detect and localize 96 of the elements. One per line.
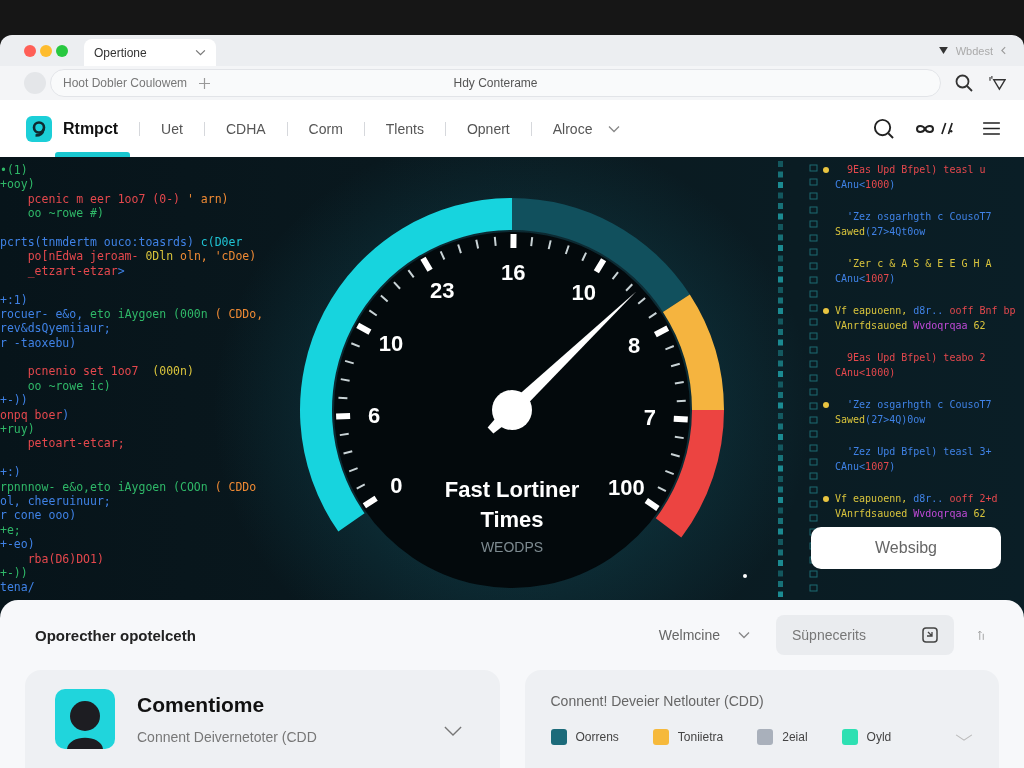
code-line: oo ~rowe #): [26, 206, 105, 221]
code-line: Vf eapuoenn, d8r.. ooff Bnf bp: [835, 304, 1016, 318]
code-line: oo ~rowe ic): [26, 378, 112, 394]
avatar-icon: [55, 689, 115, 749]
gauge-label: 10: [378, 331, 404, 357]
section-title: Oporecther opotelceth: [35, 626, 196, 644]
code-line: VAnrfdsauoed Wvdoqrqaa 62: [835, 506, 986, 521]
card-subtitle: Connent Deivernetoter (CDD: [137, 729, 317, 745]
code-line: +ooy): [0, 177, 36, 192]
logo-icon[interactable]: [26, 115, 52, 142]
code-line: 'Zez osgarhgth c CousoT7: [846, 398, 992, 412]
code-line: CAnu<1000): [835, 177, 896, 192]
code-line: r cone ooo): [0, 508, 78, 523]
menu-icon[interactable]: [983, 122, 1000, 135]
code-line: pcnenio set 1oo7 (000n): [26, 364, 195, 379]
nav-link[interactable]: Uet: [161, 120, 183, 137]
legend-label: 2eial: [782, 730, 808, 744]
code-line: 9Eas Upd Bfpel) teasl u: [846, 163, 986, 177]
breakpoint-icon[interactable]: [823, 402, 829, 409]
card-title: Connent! Deveier Netlouter (CDD): [550, 693, 765, 709]
chevron-down-icon[interactable]: [443, 725, 462, 737]
cta-button[interactable]: Websibg: [811, 527, 1001, 569]
code-line: rba(D6)DO1): [26, 551, 105, 566]
dot-icon: [743, 574, 747, 578]
gauge-label: 23: [430, 278, 455, 304]
search-field[interactable]: Süpnecerits: [776, 615, 954, 655]
nav-link[interactable]: CDHA: [225, 120, 266, 137]
code-line: 'Zez osgarhgth c CousoT7: [846, 210, 992, 224]
breakpoint-icon[interactable]: [823, 167, 829, 174]
slashes-icon[interactable]: [940, 122, 955, 135]
code-line: onpq boer): [0, 407, 71, 423]
code-line: CAnu<1000): [835, 365, 896, 380]
code-line: r -taoxebu): [0, 335, 78, 351]
code-line: rpnnnow- e&o,eto iAygoen (COOn ( CDDo: [0, 479, 258, 494]
code-line: +-)): [0, 393, 29, 408]
code-line: _etzart-etzar>: [26, 263, 126, 279]
code-line: CAnu<1007): [835, 271, 896, 286]
infinity-icon[interactable]: [915, 123, 935, 134]
code-line: +e;: [0, 522, 22, 538]
code-line: Sawed(27>4Qt0ow: [835, 224, 926, 239]
brand-name[interactable]: Rtmpct: [63, 119, 119, 138]
chevron-down-icon: [608, 124, 621, 133]
code-line: +-)): [0, 565, 29, 581]
address-text: Hoot Dobler Coulowem: [63, 76, 188, 90]
code-line: po[nEdwa jeroam- 0Dln oln, 'cDoe): [26, 249, 258, 264]
gauge-label: 8: [628, 333, 641, 359]
breakpoint-icon[interactable]: [823, 308, 829, 315]
code-line: petoart-etcar;: [26, 436, 126, 451]
gauge-label: 10: [571, 279, 597, 305]
page-title: Hdy Conterame: [453, 76, 538, 90]
card-title: Comentiome: [137, 693, 266, 717]
gauge-label: 7: [643, 405, 656, 430]
code-line: ol, cheeruinuur;: [0, 494, 112, 509]
legend-label: Toniietra: [677, 730, 724, 744]
nav-link[interactable]: Tlents: [385, 120, 424, 137]
gauge-unit: WEODPS: [479, 539, 545, 555]
chevron-down-icon: [738, 631, 750, 639]
address-bar[interactable]: Hoot Dobler Coulowem Hdy Conterame: [50, 69, 941, 97]
breakpoint-icon[interactable]: [823, 496, 829, 503]
code-line: +-eo): [0, 537, 36, 552]
close-window-button[interactable]: [24, 44, 36, 57]
code-line: CAnu<1007): [835, 459, 896, 474]
nav-link[interactable]: Corm: [308, 120, 343, 137]
code-line: tena/: [0, 580, 36, 595]
gauge-label: 16: [500, 259, 526, 285]
filter-icon[interactable]: [989, 75, 1006, 91]
caret-down-icon[interactable]: [938, 47, 948, 54]
status-text: Wbdest: [955, 44, 993, 57]
gauge-label: 6: [367, 402, 381, 428]
gauge-title: Fast Lortiner Times: [443, 476, 581, 534]
code-line: 'Zez Upd Bfpel) teasl 3+: [846, 445, 992, 459]
code-line: +:): [0, 465, 22, 480]
code-line: Vf eapuoenn, d8r.. ooff 2+d: [835, 492, 998, 506]
plus-icon[interactable]: [199, 77, 211, 89]
nav-link[interactable]: Alroce: [552, 120, 621, 137]
browser-tab[interactable]: Opertione: [84, 39, 216, 66]
code-line: rocuer- e&o, eto iAygoen (000n ( CDDo,: [0, 306, 265, 322]
nav-link[interactable]: Opnert: [466, 120, 510, 137]
code-line: pcrts(tnmdertm ouco:toasrds) c(D0er: [0, 234, 244, 250]
code-line: pcenic m eer 1oo7 (0-) ' arn): [26, 191, 230, 207]
code-line: •(1): [0, 163, 29, 178]
legend-label: Oorrens: [575, 730, 619, 744]
sort-dropdown[interactable]: Welmcine: [658, 627, 750, 643]
code-line: +ruy): [0, 422, 36, 437]
search-icon[interactable]: [873, 118, 894, 139]
chevron-down-icon: [195, 49, 206, 56]
code-line: VAnrfdsauoed Wvdoqrqaa 62: [835, 318, 986, 333]
legend-label: Oyld: [866, 730, 892, 744]
code-line: +:1): [0, 292, 29, 307]
code-line: 'Zer c & A S & E E G H A: [846, 257, 992, 271]
code-line: 9Eas Upd Bfpel) teabo 2: [846, 351, 986, 365]
gauge-label: 0: [390, 472, 403, 498]
gauge-label: 100: [608, 474, 645, 500]
code-line: Sawed(27>4Q)0ow: [835, 412, 926, 427]
code-line: rev&dsQyemiiaur;: [0, 321, 112, 336]
search-icon[interactable]: [955, 74, 973, 92]
